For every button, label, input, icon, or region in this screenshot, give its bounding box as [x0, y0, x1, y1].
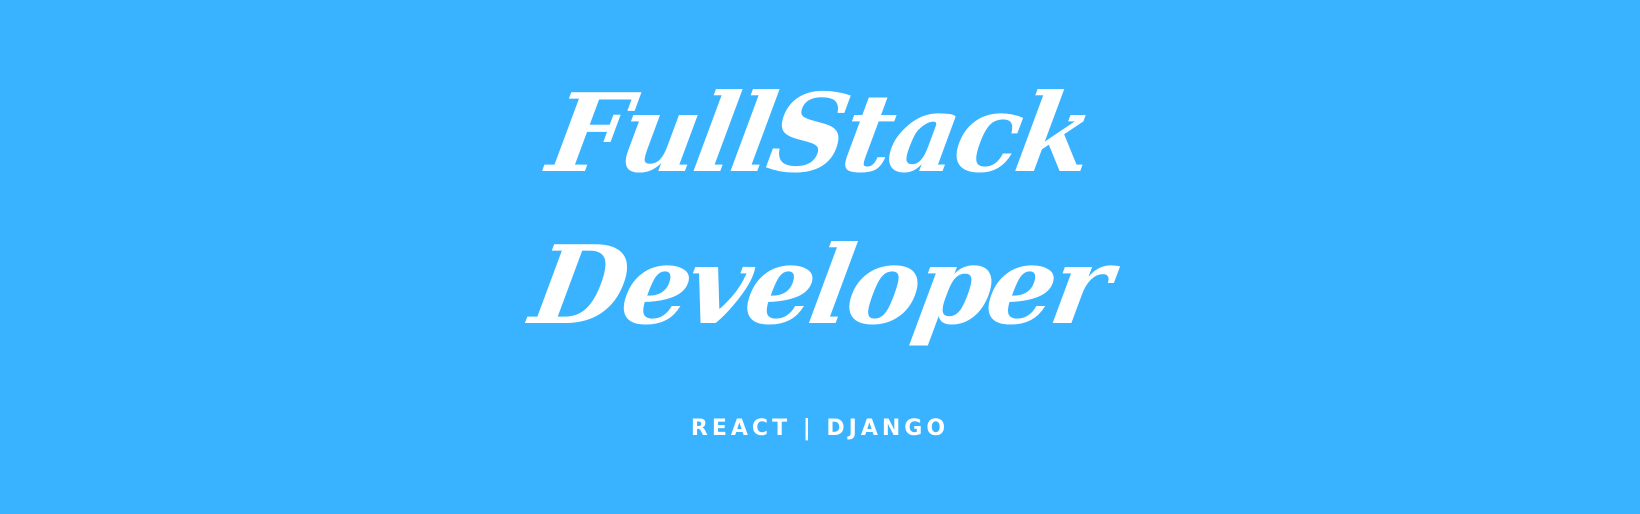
- banner: FullStack Developer REACT | DJANGO: [0, 0, 1640, 514]
- subtitle: REACT | DJANGO: [690, 416, 950, 441]
- title-line-1: FullStack: [539, 71, 1101, 197]
- title-line-2: Developer: [522, 223, 1118, 349]
